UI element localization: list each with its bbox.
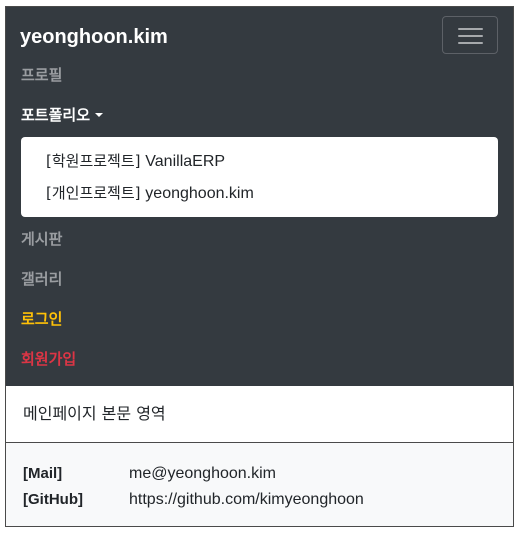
dropdown-item-vanillaerp[interactable]: [학원프로젝트] VanillaERP bbox=[46, 151, 225, 172]
navbar: yeonghoon.kim 프로필 포트폴리오 [학원프로젝트] Vanilla… bbox=[6, 7, 513, 386]
nav-item-login[interactable]: 로그인 bbox=[21, 309, 62, 329]
dropdown-item-prefix: [학원프로젝트] bbox=[46, 152, 141, 170]
dropdown-item-yeonghoon-kim[interactable]: [개인프로젝트] yeonghoon.kim bbox=[46, 183, 254, 204]
footer-mail-label: [Mail] bbox=[23, 465, 63, 482]
hamburger-menu-icon-bar bbox=[458, 35, 483, 37]
dropdown-item-prefix: [개인프로젝트] bbox=[46, 184, 141, 202]
hamburger-menu-icon-bar bbox=[458, 42, 483, 44]
dropdown-item-name: VanillaERP bbox=[145, 153, 226, 170]
footer-github-label: [GitHub] bbox=[23, 491, 83, 508]
navbar-brand[interactable]: yeonghoon.kim bbox=[20, 25, 168, 49]
main-content: 메인페이지 본문 영역 bbox=[6, 386, 513, 443]
nav-item-portfolio-dropdown[interactable]: 포트폴리오 bbox=[21, 105, 104, 125]
navbar-toggler-button[interactable] bbox=[442, 16, 498, 54]
nav-item-gallery[interactable]: 갤러리 bbox=[21, 269, 62, 289]
main-body-text: 메인페이지 본문 영역 bbox=[23, 404, 166, 423]
page-frame: yeonghoon.kim 프로필 포트폴리오 [학원프로젝트] Vanilla… bbox=[5, 6, 514, 527]
nav-item-board[interactable]: 게시판 bbox=[21, 229, 62, 249]
hamburger-menu-icon bbox=[458, 28, 483, 30]
portfolio-dropdown-menu: [학원프로젝트] VanillaERP [개인프로젝트] yeonghoon.k… bbox=[21, 137, 498, 217]
footer-mail-value[interactable]: me@yeonghoon.kim bbox=[129, 464, 276, 484]
nav-item-portfolio-label: 포트폴리오 bbox=[21, 106, 91, 124]
nav-item-profile[interactable]: 프로필 bbox=[21, 65, 62, 85]
caret-down-icon bbox=[95, 113, 104, 117]
footer: [Mail] me@yeonghoon.kim [GitHub] https:/… bbox=[6, 443, 513, 526]
dropdown-item-name: yeonghoon.kim bbox=[145, 185, 254, 202]
footer-github-link[interactable]: https://github.com/kimyeonghoon bbox=[129, 490, 364, 510]
nav-item-signup[interactable]: 회원가입 bbox=[21, 349, 76, 369]
